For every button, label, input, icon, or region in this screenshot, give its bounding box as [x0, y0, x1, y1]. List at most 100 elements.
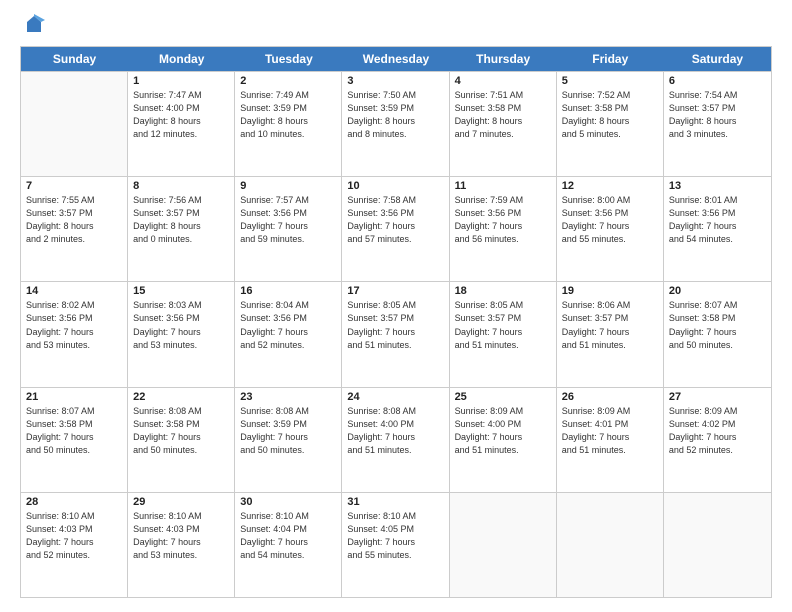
calendar-cell: 20 Sunrise: 8:07 AM Sunset: 3:58 PM Dayli… — [664, 282, 771, 386]
calendar-cell: 9 Sunrise: 7:57 AM Sunset: 3:56 PM Daylig… — [235, 177, 342, 281]
calendar-cell: 23 Sunrise: 8:08 AM Sunset: 3:59 PM Dayli… — [235, 388, 342, 492]
calendar-cell: 12 Sunrise: 8:00 AM Sunset: 3:56 PM Dayli… — [557, 177, 664, 281]
calendar-cell: 5Sunrise: 7:52 AM Sunset: 3:58 PM Daylig… — [557, 72, 664, 176]
calendar-cell: 14 Sunrise: 8:02 AM Sunset: 3:56 PM Dayli… — [21, 282, 128, 386]
day-number: 9 — [240, 180, 336, 192]
day-number: 16 — [240, 285, 336, 297]
cell-info: Sunrise: 8:10 AM Sunset: 4:03 PM Dayligh… — [26, 510, 122, 562]
calendar-cell — [21, 72, 128, 176]
page: SundayMondayTuesdayWednesdayThursdayFrid… — [0, 0, 792, 612]
day-number: 26 — [562, 391, 658, 403]
cell-info: Sunrise: 8:03 AM Sunset: 3:56 PM Dayligh… — [133, 299, 229, 351]
cell-info: Sunrise: 8:01 AM Sunset: 3:56 PM Dayligh… — [669, 194, 766, 246]
logo — [20, 22, 45, 36]
calendar-cell — [450, 493, 557, 597]
calendar-cell: 27Sunrise: 8:09 AM Sunset: 4:02 PM Dayli… — [664, 388, 771, 492]
cell-info: Sunrise: 7:55 AM Sunset: 3:57 PM Dayligh… — [26, 194, 122, 246]
calendar-week-row: 14 Sunrise: 8:02 AM Sunset: 3:56 PM Dayli… — [21, 281, 771, 386]
calendar-week-row: 1 Sunrise: 7:47 AM Sunset: 4:00 PM Daylig… — [21, 71, 771, 176]
day-number: 23 — [240, 391, 336, 403]
cell-info: Sunrise: 8:08 AM Sunset: 3:58 PM Dayligh… — [133, 405, 229, 457]
calendar-cell: 19 Sunrise: 8:06 AM Sunset: 3:57 PM Dayli… — [557, 282, 664, 386]
calendar-cell: 1 Sunrise: 7:47 AM Sunset: 4:00 PM Daylig… — [128, 72, 235, 176]
cell-info: Sunrise: 7:47 AM Sunset: 4:00 PM Dayligh… — [133, 89, 229, 141]
day-number: 11 — [455, 180, 551, 192]
cell-info: Sunrise: 7:56 AM Sunset: 3:57 PM Dayligh… — [133, 194, 229, 246]
day-number: 31 — [347, 496, 443, 508]
calendar-cell: 22 Sunrise: 8:08 AM Sunset: 3:58 PM Dayli… — [128, 388, 235, 492]
cell-info: Sunrise: 7:57 AM Sunset: 3:56 PM Dayligh… — [240, 194, 336, 246]
day-number: 28 — [26, 496, 122, 508]
cell-info: Sunrise: 8:08 AM Sunset: 3:59 PM Dayligh… — [240, 405, 336, 457]
day-number: 29 — [133, 496, 229, 508]
calendar-cell: 3Sunrise: 7:50 AM Sunset: 3:59 PM Daylig… — [342, 72, 449, 176]
logo-icon — [23, 14, 45, 36]
calendar: SundayMondayTuesdayWednesdayThursdayFrid… — [20, 46, 772, 598]
cell-info: Sunrise: 8:06 AM Sunset: 3:57 PM Dayligh… — [562, 299, 658, 351]
day-number: 7 — [26, 180, 122, 192]
header — [20, 18, 772, 36]
calendar-cell: 28 Sunrise: 8:10 AM Sunset: 4:03 PM Dayli… — [21, 493, 128, 597]
header-day: Sunday — [21, 47, 128, 71]
calendar-week-row: 28 Sunrise: 8:10 AM Sunset: 4:03 PM Dayli… — [21, 492, 771, 597]
header-day: Saturday — [664, 47, 771, 71]
day-number: 15 — [133, 285, 229, 297]
calendar-cell: 10 Sunrise: 7:58 AM Sunset: 3:56 PM Dayli… — [342, 177, 449, 281]
calendar-cell — [664, 493, 771, 597]
calendar-cell: 25 Sunrise: 8:09 AM Sunset: 4:00 PM Dayli… — [450, 388, 557, 492]
cell-info: Sunrise: 8:10 AM Sunset: 4:05 PM Dayligh… — [347, 510, 443, 562]
day-number: 24 — [347, 391, 443, 403]
header-day: Tuesday — [235, 47, 342, 71]
calendar-header: SundayMondayTuesdayWednesdayThursdayFrid… — [21, 47, 771, 71]
day-number: 20 — [669, 285, 766, 297]
calendar-cell: 18Sunrise: 8:05 AM Sunset: 3:57 PM Dayli… — [450, 282, 557, 386]
calendar-body: 1 Sunrise: 7:47 AM Sunset: 4:00 PM Daylig… — [21, 71, 771, 597]
day-number: 10 — [347, 180, 443, 192]
day-number: 22 — [133, 391, 229, 403]
cell-info: Sunrise: 8:04 AM Sunset: 3:56 PM Dayligh… — [240, 299, 336, 351]
day-number: 21 — [26, 391, 122, 403]
calendar-cell: 11 Sunrise: 7:59 AM Sunset: 3:56 PM Dayli… — [450, 177, 557, 281]
day-number: 30 — [240, 496, 336, 508]
cell-info: Sunrise: 8:07 AM Sunset: 3:58 PM Dayligh… — [26, 405, 122, 457]
header-day: Monday — [128, 47, 235, 71]
calendar-week-row: 7 Sunrise: 7:55 AM Sunset: 3:57 PM Daylig… — [21, 176, 771, 281]
calendar-cell: 21 Sunrise: 8:07 AM Sunset: 3:58 PM Dayli… — [21, 388, 128, 492]
day-number: 12 — [562, 180, 658, 192]
cell-info: Sunrise: 7:59 AM Sunset: 3:56 PM Dayligh… — [455, 194, 551, 246]
calendar-cell: 15 Sunrise: 8:03 AM Sunset: 3:56 PM Dayli… — [128, 282, 235, 386]
cell-info: Sunrise: 7:51 AM Sunset: 3:58 PM Dayligh… — [455, 89, 551, 141]
cell-info: Sunrise: 8:05 AM Sunset: 3:57 PM Dayligh… — [455, 299, 551, 351]
cell-info: Sunrise: 7:50 AM Sunset: 3:59 PM Dayligh… — [347, 89, 443, 141]
calendar-cell — [557, 493, 664, 597]
cell-info: Sunrise: 8:09 AM Sunset: 4:00 PM Dayligh… — [455, 405, 551, 457]
day-number: 2 — [240, 75, 336, 87]
cell-info: Sunrise: 8:02 AM Sunset: 3:56 PM Dayligh… — [26, 299, 122, 351]
cell-info: Sunrise: 7:49 AM Sunset: 3:59 PM Dayligh… — [240, 89, 336, 141]
calendar-cell: 6 Sunrise: 7:54 AM Sunset: 3:57 PM Daylig… — [664, 72, 771, 176]
header-day: Friday — [557, 47, 664, 71]
calendar-cell: 17Sunrise: 8:05 AM Sunset: 3:57 PM Dayli… — [342, 282, 449, 386]
cell-info: Sunrise: 8:09 AM Sunset: 4:01 PM Dayligh… — [562, 405, 658, 457]
day-number: 8 — [133, 180, 229, 192]
day-number: 1 — [133, 75, 229, 87]
day-number: 14 — [26, 285, 122, 297]
cell-info: Sunrise: 7:54 AM Sunset: 3:57 PM Dayligh… — [669, 89, 766, 141]
day-number: 13 — [669, 180, 766, 192]
calendar-week-row: 21 Sunrise: 8:07 AM Sunset: 3:58 PM Dayli… — [21, 387, 771, 492]
calendar-cell: 13 Sunrise: 8:01 AM Sunset: 3:56 PM Dayli… — [664, 177, 771, 281]
cell-info: Sunrise: 7:58 AM Sunset: 3:56 PM Dayligh… — [347, 194, 443, 246]
day-number: 19 — [562, 285, 658, 297]
cell-info: Sunrise: 8:09 AM Sunset: 4:02 PM Dayligh… — [669, 405, 766, 457]
cell-info: Sunrise: 8:10 AM Sunset: 4:04 PM Dayligh… — [240, 510, 336, 562]
day-number: 17 — [347, 285, 443, 297]
cell-info: Sunrise: 8:00 AM Sunset: 3:56 PM Dayligh… — [562, 194, 658, 246]
calendar-cell: 30 Sunrise: 8:10 AM Sunset: 4:04 PM Dayli… — [235, 493, 342, 597]
cell-info: Sunrise: 8:07 AM Sunset: 3:58 PM Dayligh… — [669, 299, 766, 351]
cell-info: Sunrise: 8:10 AM Sunset: 4:03 PM Dayligh… — [133, 510, 229, 562]
cell-info: Sunrise: 8:08 AM Sunset: 4:00 PM Dayligh… — [347, 405, 443, 457]
calendar-cell: 16 Sunrise: 8:04 AM Sunset: 3:56 PM Dayli… — [235, 282, 342, 386]
day-number: 6 — [669, 75, 766, 87]
day-number: 25 — [455, 391, 551, 403]
calendar-cell: 2 Sunrise: 7:49 AM Sunset: 3:59 PM Daylig… — [235, 72, 342, 176]
